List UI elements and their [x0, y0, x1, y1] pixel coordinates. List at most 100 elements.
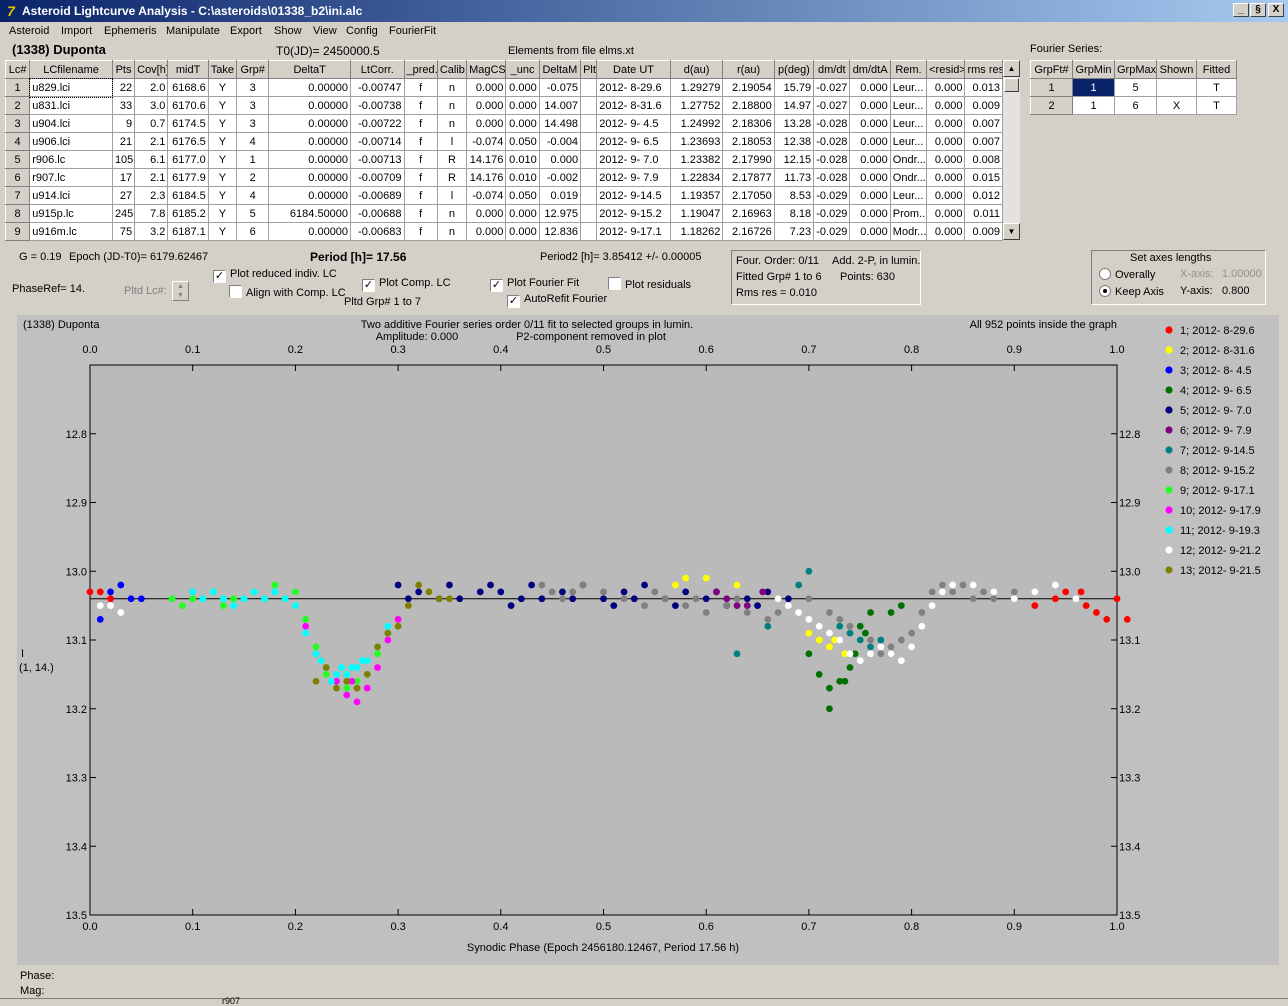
column-header[interactable]: rms res — [964, 60, 1003, 79]
table-cell[interactable]: 0.000 — [505, 204, 540, 223]
table-cell[interactable]: 0.010 — [505, 168, 540, 187]
table-cell[interactable] — [580, 186, 598, 205]
maximize-button[interactable]: § — [1250, 3, 1266, 17]
table-cell[interactable]: 0.00000 — [268, 96, 352, 115]
table-cell[interactable]: 3 — [236, 78, 270, 97]
table-cell[interactable] — [580, 204, 598, 223]
table-cell[interactable]: Y — [207, 168, 238, 187]
table-cell[interactable]: 6.1 — [134, 150, 169, 169]
table-cell[interactable]: Y — [207, 186, 238, 205]
table-cell[interactable]: Y — [207, 150, 238, 169]
row-number[interactable]: 3 — [4, 114, 31, 133]
table-row[interactable]: 7 u914.lci 27 2.3 6184.5 Y 4 0.00000 -0.00689 f l -… — [4, 186, 1003, 205]
table-cell[interactable]: 8.53 — [773, 186, 815, 205]
table-cell[interactable]: 14.176 — [466, 150, 507, 169]
table-cell[interactable]: f — [403, 114, 438, 133]
column-header[interactable]: Rem. — [889, 60, 928, 79]
table-cell[interactable]: -0.074 — [466, 186, 507, 205]
table-cell[interactable]: 0.00000 — [268, 168, 352, 187]
table-cell[interactable] — [580, 96, 598, 115]
table-scrollbar[interactable]: ▲ ▼ — [1003, 60, 1020, 240]
table-cell[interactable]: -0.074 — [466, 132, 507, 151]
table-cell[interactable]: u829.lci — [28, 77, 114, 98]
table-cell[interactable]: 2012- 9- 6.5 — [596, 132, 671, 151]
table-cell[interactable]: r907.lc — [29, 168, 113, 187]
table-cell[interactable]: u904.lci — [29, 114, 113, 133]
column-header[interactable]: Cov[h] — [134, 60, 169, 79]
table-cell[interactable]: -0.075 — [538, 78, 582, 97]
table-cell[interactable]: 0.000 — [466, 96, 507, 115]
table-cell[interactable]: 7.23 — [773, 222, 815, 241]
table-cell[interactable]: 0.000 — [926, 222, 966, 241]
table-cell[interactable]: 0.000 — [466, 204, 507, 223]
table-cell[interactable]: -0.002 — [538, 168, 582, 187]
autorefit-checkbox[interactable]: ✓ AutoRefit Fourier — [507, 293, 607, 308]
table-cell[interactable]: 105 — [111, 150, 136, 169]
table-cell[interactable]: 6184.50000 — [268, 204, 352, 223]
table-cell[interactable]: f — [403, 96, 438, 115]
column-header[interactable]: dm/dtA — [849, 60, 891, 79]
table-cell[interactable]: n — [436, 204, 468, 223]
column-header[interactable]: Lc# — [4, 60, 31, 79]
table-cell[interactable]: 0.000 — [505, 222, 540, 241]
table-cell[interactable]: 2012- 9- 7.9 — [596, 168, 671, 187]
table-cell[interactable]: -0.029 — [813, 186, 851, 205]
table-row[interactable]: 2 u831.lci 33 3.0 6170.6 Y 3 0.00000 -0.00738 f n 0… — [4, 96, 1003, 115]
table-cell[interactable]: 0.00000 — [268, 150, 352, 169]
table-cell[interactable]: r906.lc — [29, 150, 113, 169]
row-number[interactable]: 7 — [4, 186, 31, 205]
table-cell[interactable]: 6 — [236, 222, 270, 241]
table-cell[interactable] — [580, 150, 598, 169]
table-cell[interactable]: n — [436, 222, 468, 241]
table-cell[interactable]: R — [436, 150, 468, 169]
table-cell[interactable]: -0.00688 — [350, 204, 405, 223]
period-value[interactable]: Period [h]= 17.56 — [310, 250, 406, 264]
table-cell[interactable]: 0.000 — [849, 114, 891, 133]
pltd-lc-spinner[interactable]: ▲ ▼ — [172, 281, 189, 301]
column-header[interactable]: r(au) — [722, 60, 775, 79]
menu-config[interactable]: Config — [346, 25, 378, 37]
table-row[interactable]: 9 u916m.lc 75 3.2 6187.1 Y 6 0.00000 -0.00683 f n 0… — [4, 222, 1003, 241]
table-cell[interactable]: 1.23382 — [669, 150, 724, 169]
table-cell[interactable]: 0.000 — [538, 150, 582, 169]
table-cell[interactable]: Y — [207, 132, 238, 151]
table-cell[interactable]: 5 — [1114, 78, 1157, 97]
column-header[interactable]: <resid> — [926, 60, 966, 79]
fourier-table[interactable]: GrpFt# GrpMin GrpMax Shown Fitted 1 1 5 T 2 1 6 X T — [1030, 60, 1237, 115]
table-cell[interactable]: -0.027 — [813, 96, 851, 115]
table-cell[interactable]: 14.97 — [773, 96, 815, 115]
table-cell[interactable]: 12.38 — [773, 132, 815, 151]
table-cell[interactable]: 12.15 — [773, 150, 815, 169]
menu-manipulate[interactable]: Manipulate — [166, 25, 220, 37]
table-cell[interactable]: 0.011 — [964, 204, 1003, 223]
table-cell[interactable]: 0.008 — [964, 150, 1003, 169]
column-header[interactable]: Grp# — [236, 60, 270, 79]
table-cell[interactable]: 21 — [111, 132, 136, 151]
table-cell[interactable]: 0.00000 — [268, 222, 352, 241]
table-cell[interactable]: 1.22834 — [669, 168, 724, 187]
table-cell[interactable]: 1 — [1072, 78, 1115, 97]
table-cell[interactable]: -0.00689 — [350, 186, 405, 205]
table-cell[interactable]: 1.27752 — [669, 96, 724, 115]
plot-reduced-checkbox[interactable]: ✓ Plot reduced indiv. LC — [213, 268, 337, 283]
table-cell[interactable]: 0.000 — [849, 222, 891, 241]
table-cell[interactable]: 2.19054 — [722, 78, 775, 97]
table-cell[interactable]: 1.19357 — [669, 186, 724, 205]
table-cell[interactable]: n — [436, 78, 468, 97]
table-cell[interactable]: 6177.0 — [167, 150, 209, 169]
table-cell[interactable]: 7.8 — [134, 204, 169, 223]
row-number[interactable]: 4 — [4, 132, 31, 151]
table-cell[interactable]: 4 — [236, 186, 270, 205]
table-cell[interactable]: 9 — [111, 114, 136, 133]
table-cell[interactable]: 13.28 — [773, 114, 815, 133]
table-cell[interactable]: 3.2 — [134, 222, 169, 241]
table-cell[interactable]: 0.012 — [964, 186, 1003, 205]
column-header[interactable]: Date UT — [596, 60, 671, 79]
table-cell[interactable]: 0.000 — [849, 96, 891, 115]
table-cell[interactable]: 0.000 — [505, 114, 540, 133]
column-header[interactable]: Pts — [111, 60, 136, 79]
table-cell[interactable]: 6168.6 — [167, 78, 209, 97]
table-cell[interactable]: 2.16963 — [722, 204, 775, 223]
table-cell[interactable]: 2.1 — [134, 132, 169, 151]
table-row[interactable]: 3 u904.lci 9 0.7 6174.5 Y 3 0.00000 -0.00722 f n 0.… — [4, 114, 1003, 133]
